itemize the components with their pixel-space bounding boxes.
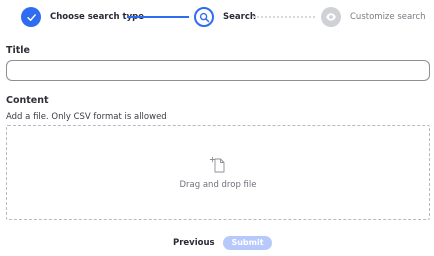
step-search[interactable]: Search: [194, 6, 256, 28]
title-label: Title: [6, 45, 30, 56]
file-dropzone[interactable]: Drag and drop file: [6, 125, 430, 220]
stepper: Choose search type Search Customize sear…: [0, 0, 434, 36]
submit-button[interactable]: Submit: [223, 236, 272, 250]
step-label-customize-search: Customize search: [350, 12, 426, 22]
eye-icon: [321, 7, 341, 27]
step-choose-search-type[interactable]: Choose search type: [21, 6, 144, 28]
step-connector-upcoming: [253, 16, 315, 18]
step-customize-search[interactable]: Customize search: [321, 6, 426, 28]
step-connector-completed: [127, 16, 189, 18]
content-helper-text: Add a file. Only CSV format is allowed: [6, 112, 167, 122]
search-icon: [194, 7, 214, 27]
content-label: Content: [6, 95, 49, 106]
check-icon: [21, 7, 41, 27]
previous-button[interactable]: Previous: [167, 236, 221, 250]
title-input[interactable]: [6, 60, 430, 81]
dropzone-text: Drag and drop file: [179, 180, 257, 190]
step-label-search: Search: [223, 12, 256, 22]
file-add-icon: [208, 155, 228, 175]
